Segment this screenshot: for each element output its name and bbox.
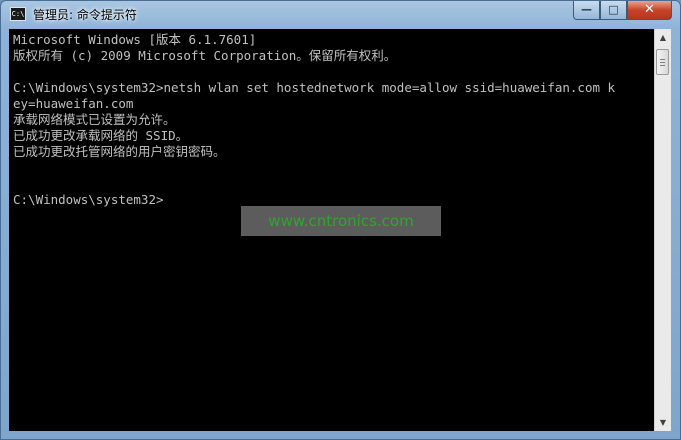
vertical-scrollbar[interactable]: ▲ ▼: [654, 29, 671, 431]
watermark: www.cntronics.com: [241, 206, 441, 236]
cmd-window: C:\ 管理员: 命令提示符 — □ ✕ Microsoft Windows […: [0, 0, 681, 440]
close-button[interactable]: ✕: [627, 1, 672, 20]
console-line: 已成功更改托管网络的用户密钥密码。: [13, 144, 226, 159]
cmd-app-icon[interactable]: C:\: [10, 7, 26, 21]
console-line: ey=huaweifan.com: [13, 96, 134, 111]
maximize-button[interactable]: □: [600, 1, 627, 20]
console-line: C:\Windows\system32>netsh wlan set hoste…: [13, 80, 616, 95]
scroll-up-icon[interactable]: ▲: [655, 29, 671, 46]
minimize-button[interactable]: —: [573, 1, 600, 20]
title-bar[interactable]: C:\ 管理员: 命令提示符 — □ ✕: [1, 1, 680, 29]
window-title: 管理员: 命令提示符: [33, 8, 137, 22]
console-line: Microsoft Windows [版本 6.1.7601]: [13, 32, 257, 47]
console-line: 已成功更改承载网络的 SSID。: [13, 128, 189, 143]
grip-line: [660, 59, 665, 60]
console-prompt: C:\Windows\system32>: [13, 192, 164, 207]
scroll-down-icon[interactable]: ▼: [655, 414, 671, 431]
grip-line: [660, 62, 665, 63]
console-line: 版权所有 (c) 2009 Microsoft Corporation。保留所有…: [13, 48, 397, 63]
grip-line: [660, 65, 665, 66]
scroll-thumb[interactable]: [656, 49, 669, 75]
console-line: 承载网络模式已设置为允许。: [13, 112, 176, 127]
